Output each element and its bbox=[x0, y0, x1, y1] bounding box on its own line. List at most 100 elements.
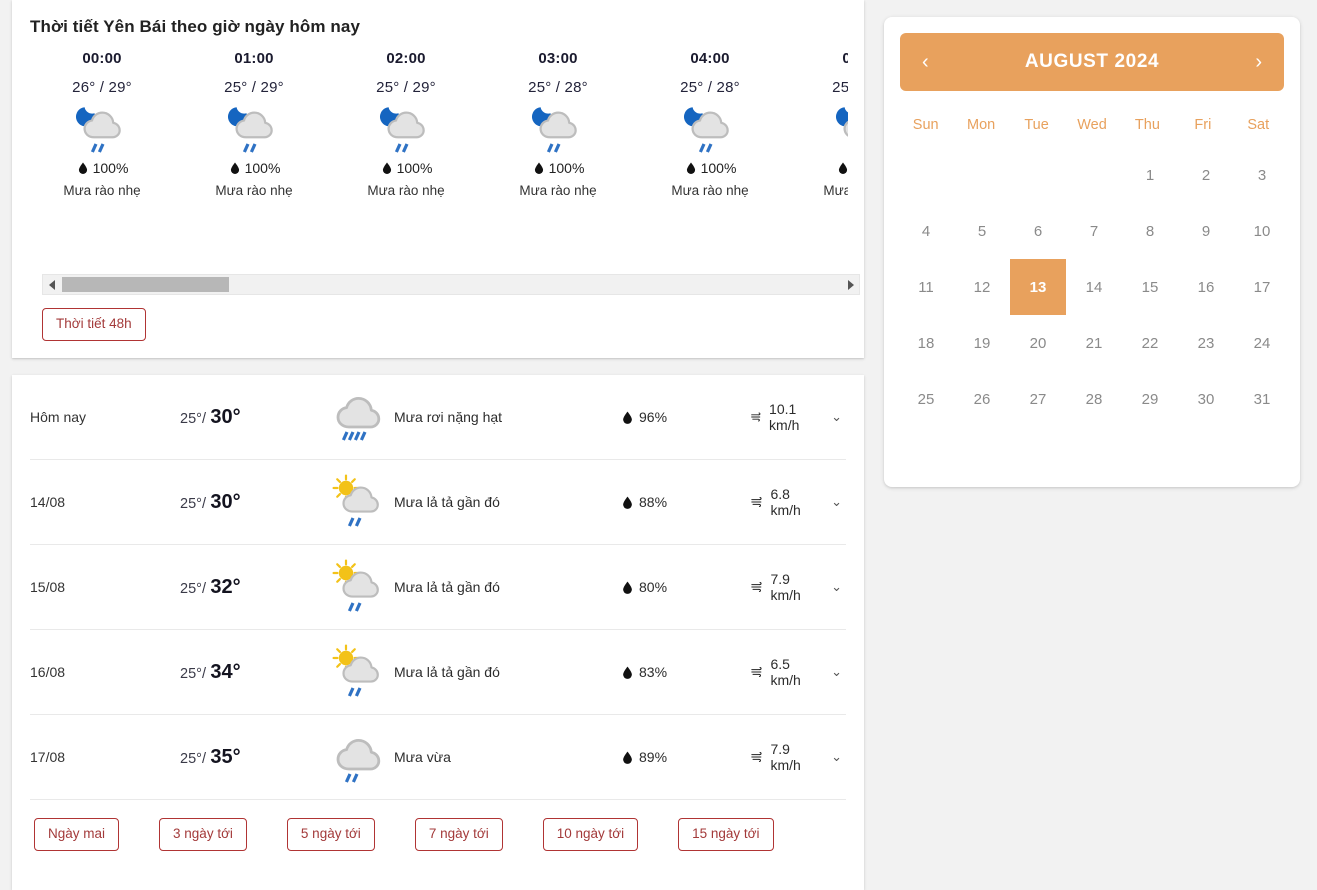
scrollbar-thumb[interactable] bbox=[62, 277, 229, 292]
daily-forecast-row[interactable]: 17/08 25°/ 35° Mưa vừa 89% 7.9 km/h ⌄ bbox=[30, 715, 846, 800]
calendar-day[interactable]: 6 bbox=[1010, 203, 1066, 259]
triangle-right-icon[interactable] bbox=[842, 275, 859, 294]
daily-forecast-row[interactable]: 14/08 25°/ 30° Mưa lả tả gần đó 88% 6.8 … bbox=[30, 460, 846, 545]
hourly-scrollbar[interactable] bbox=[42, 274, 860, 295]
daily-humidity-value: 89% bbox=[639, 749, 668, 765]
calendar-day[interactable]: 4 bbox=[898, 203, 954, 259]
calendar-day[interactable]: 31 bbox=[1234, 371, 1290, 427]
hourly-desc: Mưa rào nhẹ bbox=[671, 183, 749, 198]
calendar-day[interactable]: 23 bbox=[1178, 315, 1234, 371]
hourly-temp: 25° / 29° bbox=[224, 79, 284, 96]
chevron-down-icon[interactable]: ⌄ bbox=[831, 664, 842, 680]
daily-condition-text: Mưa vừa bbox=[394, 749, 451, 765]
calendar-day[interactable]: 25 bbox=[898, 371, 954, 427]
moon-cloud-rain-icon bbox=[75, 107, 121, 153]
daily-condition-text: Mưa lả tả gần đó bbox=[394, 579, 500, 595]
calendar-day-label: 22 bbox=[1141, 334, 1159, 352]
daily-condition: Mưa vừa bbox=[330, 729, 620, 785]
hourly-time: 01:00 bbox=[234, 50, 274, 67]
forecast-range-button[interactable]: Ngày mai bbox=[34, 818, 120, 851]
calendar-day-label: 13 bbox=[1010, 259, 1066, 315]
calendar-day[interactable]: 28 bbox=[1066, 371, 1122, 427]
daily-temperature: 25°/ 30° bbox=[180, 490, 241, 513]
hourly-icon bbox=[786, 100, 848, 158]
forecast-range-button[interactable]: 7 ngày tới bbox=[414, 818, 503, 851]
hourly-scroll-viewport[interactable]: 00:00 26° / 29° 100% Mưa rào nhẹ 01:00 25… bbox=[28, 37, 848, 207]
calendar-day[interactable]: 14 bbox=[1066, 259, 1122, 315]
calendar-day[interactable]: 3 bbox=[1234, 147, 1290, 203]
chevron-down-icon[interactable]: ⌄ bbox=[831, 749, 842, 765]
calendar-day[interactable]: 20 bbox=[1010, 315, 1066, 371]
chevron-left-icon[interactable]: ‹ bbox=[922, 52, 929, 72]
calendar-day[interactable]: 15 bbox=[1122, 259, 1178, 315]
calendar-day-label: 12 bbox=[973, 278, 991, 296]
weather-48h-button[interactable]: Thời tiết 48h bbox=[42, 308, 146, 341]
moon-cloud-rain-icon bbox=[531, 107, 577, 153]
hourly-precip-value: 100% bbox=[548, 160, 585, 176]
chevron-right-icon[interactable]: › bbox=[1255, 52, 1262, 72]
calendar-day[interactable]: 29 bbox=[1122, 371, 1178, 427]
daily-forecast-row[interactable]: Hôm nay 25°/ 30° Mưa rơi nặng hạt 96% 10… bbox=[30, 375, 846, 460]
calendar-day[interactable]: 18 bbox=[898, 315, 954, 371]
calendar-day[interactable]: 26 bbox=[954, 371, 1010, 427]
calendar-weekday: Sat bbox=[1247, 117, 1270, 133]
calendar-weekday: Fri bbox=[1194, 117, 1212, 133]
daily-temperature: 25°/ 35° bbox=[180, 745, 241, 768]
triangle-left-icon[interactable] bbox=[43, 275, 60, 294]
water-drop-icon bbox=[534, 162, 543, 174]
calendar-day[interactable]: 8 bbox=[1122, 203, 1178, 259]
daily-temp-high: 30° bbox=[210, 490, 241, 513]
calendar-day-label: 29 bbox=[1141, 390, 1159, 408]
calendar-day-label: 11 bbox=[918, 278, 934, 296]
calendar-day[interactable]: 10 bbox=[1234, 203, 1290, 259]
calendar-day[interactable]: 16 bbox=[1178, 259, 1234, 315]
forecast-range-button[interactable]: 10 ngày tới bbox=[542, 818, 639, 851]
calendar-day[interactable]: 7 bbox=[1066, 203, 1122, 259]
calendar-day[interactable]: 2 bbox=[1178, 147, 1234, 203]
chevron-down-icon[interactable]: ⌄ bbox=[831, 579, 842, 595]
calendar-day[interactable]: 30 bbox=[1178, 371, 1234, 427]
calendar-day-label: 30 bbox=[1197, 390, 1215, 408]
chevron-down-icon[interactable]: ⌄ bbox=[831, 409, 842, 425]
calendar-day[interactable]: 11 bbox=[898, 259, 954, 315]
calendar-day[interactable]: 27 bbox=[1010, 371, 1066, 427]
forecast-range-button[interactable]: 15 ngày tới bbox=[678, 818, 774, 851]
daily-wind: 10.1 km/h ⌄ bbox=[750, 401, 846, 433]
calendar-day-today[interactable]: 13 bbox=[1010, 259, 1066, 315]
daily-forecast-row[interactable]: 15/08 25°/ 32° Mưa lả tả gần đó 80% 7.9 … bbox=[30, 545, 846, 630]
calendar-weekday: Tue bbox=[1024, 117, 1049, 133]
calendar-weekday-row: Sun Mon Tue Wed Thu Fri Sat bbox=[884, 107, 1300, 147]
calendar-day[interactable]: 21 bbox=[1066, 315, 1122, 371]
calendar-day[interactable]: 5 bbox=[954, 203, 1010, 259]
calendar-day[interactable]: 24 bbox=[1234, 315, 1290, 371]
calendar-day[interactable]: 22 bbox=[1122, 315, 1178, 371]
wind-icon bbox=[751, 412, 761, 422]
calendar-day[interactable]: 1 bbox=[1122, 147, 1178, 203]
chevron-down-icon[interactable]: ⌄ bbox=[831, 494, 842, 510]
daily-temp-low: 25° bbox=[180, 665, 202, 682]
calendar-day-label: 31 bbox=[1253, 390, 1271, 408]
daily-wind-value: 6.8 km/h bbox=[770, 486, 801, 518]
daily-day-label: 17/08 bbox=[30, 749, 66, 765]
calendar-day[interactable]: 19 bbox=[954, 315, 1010, 371]
hourly-icon bbox=[482, 100, 634, 158]
forecast-range-button[interactable]: 5 ngày tới bbox=[286, 818, 375, 851]
hourly-temp: 25° / 28° bbox=[528, 79, 588, 96]
daily-temperature: 25°/ 32° bbox=[180, 575, 241, 598]
calendar-day-label: 3 bbox=[1257, 166, 1267, 184]
hourly-precip-value: 100% bbox=[396, 160, 433, 176]
calendar-day[interactable]: 17 bbox=[1234, 259, 1290, 315]
cloud-rain-icon bbox=[336, 739, 381, 783]
hourly-precip: 100% bbox=[482, 160, 634, 176]
calendar-day-label: 24 bbox=[1253, 334, 1271, 352]
daily-forecast-row[interactable]: 16/08 25°/ 34° Mưa lả tả gần đó 83% 6.5 … bbox=[30, 630, 846, 715]
hourly-item: 00:00 26° / 29° 100% Mưa rào nhẹ bbox=[28, 37, 178, 198]
calendar-day[interactable]: 9 bbox=[1178, 203, 1234, 259]
calendar-day-label: 27 bbox=[1029, 390, 1047, 408]
hourly-icon bbox=[330, 100, 482, 158]
weather-page: Thời tiết Yên Bái theo giờ ngày hôm nay … bbox=[0, 0, 1317, 890]
calendar-day[interactable]: 12 bbox=[954, 259, 1010, 315]
hourly-time: 04:00 bbox=[690, 50, 730, 67]
forecast-range-button[interactable]: 3 ngày tới bbox=[159, 818, 247, 851]
water-drop-icon bbox=[623, 411, 632, 424]
